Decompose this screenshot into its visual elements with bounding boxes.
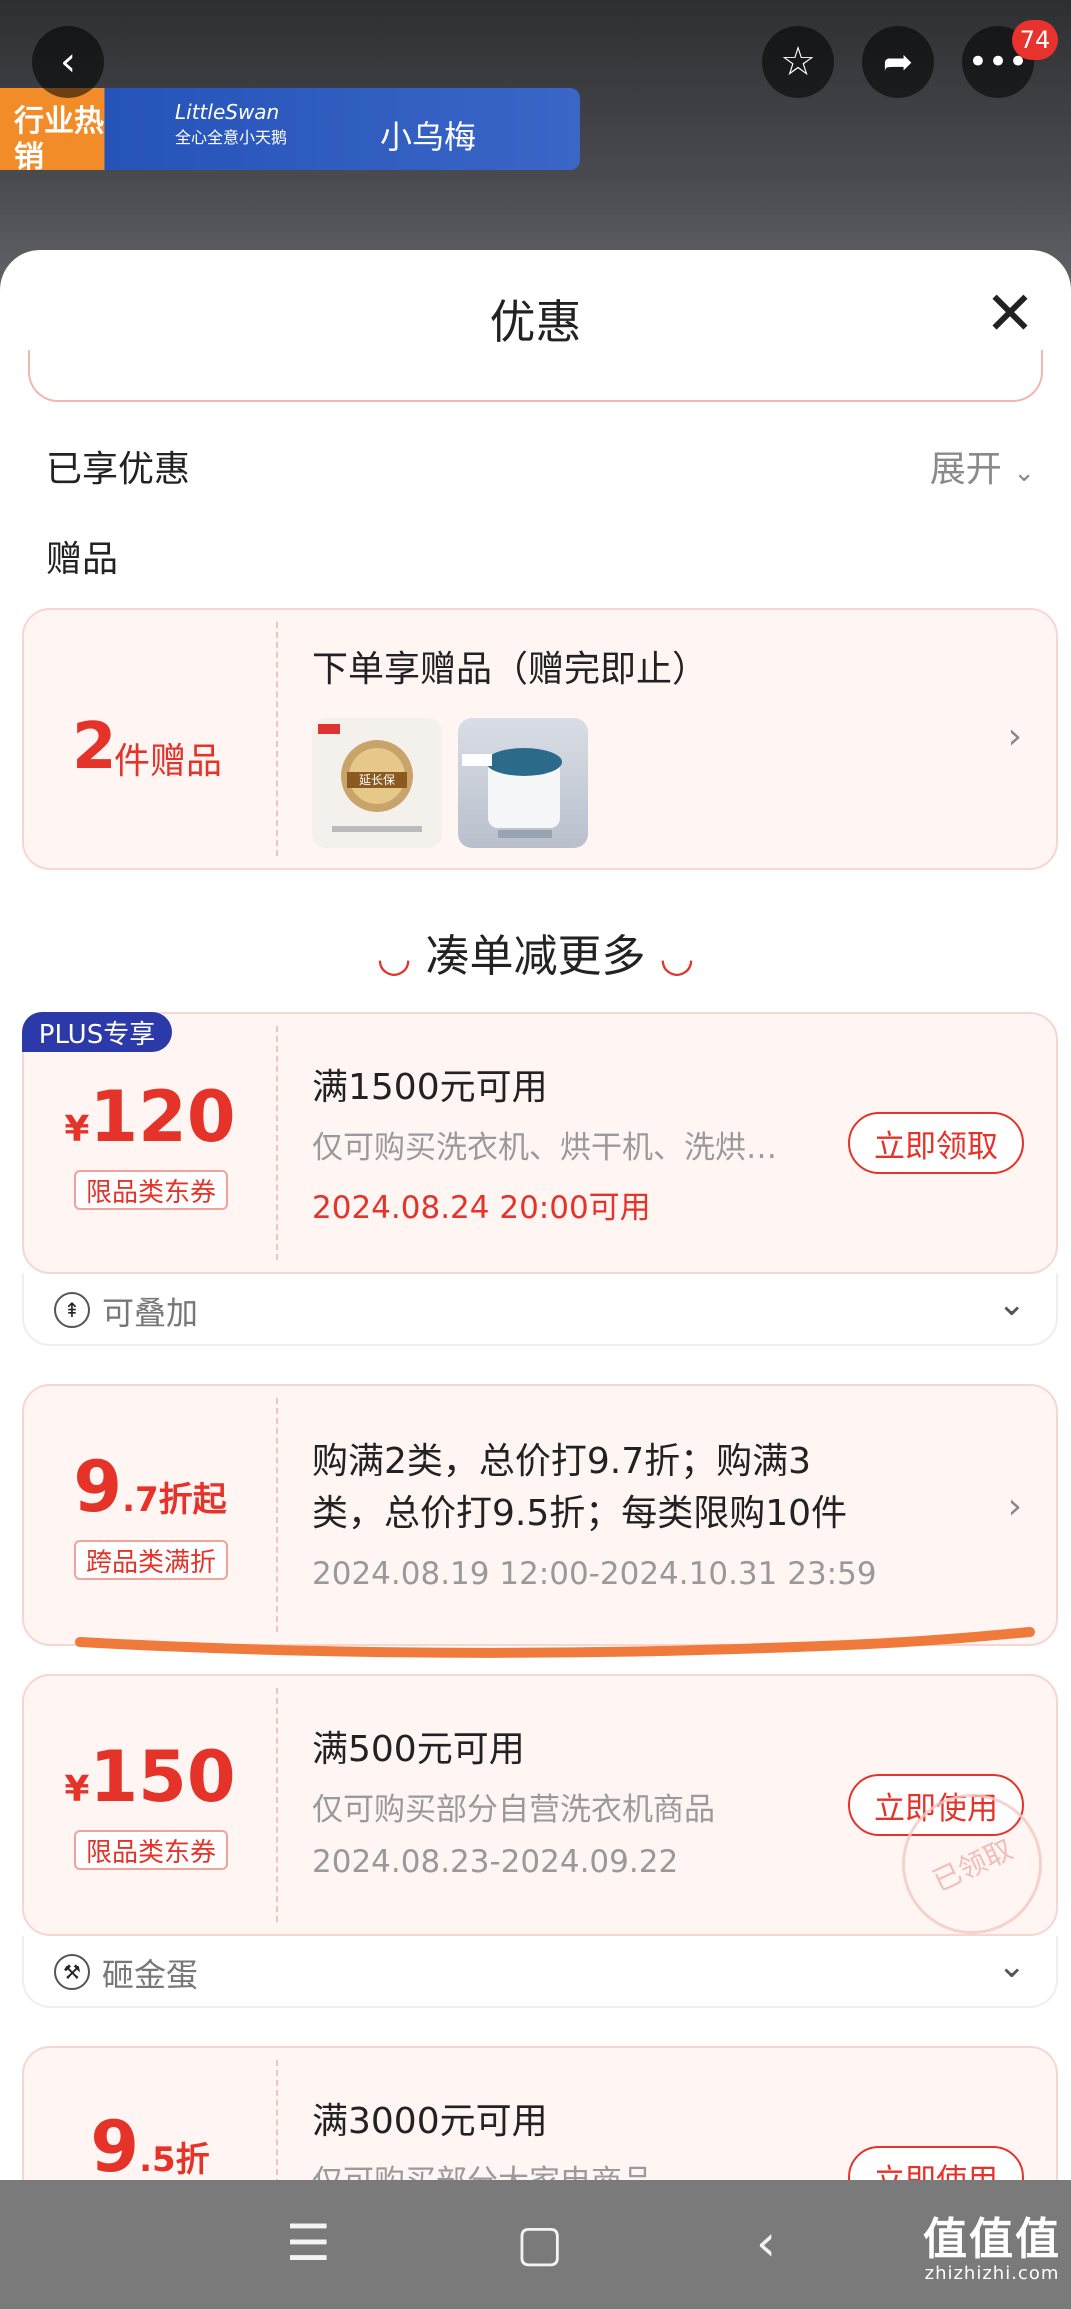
card-divider: [276, 1398, 278, 1632]
gift-title: 下单享赠品（赠完即止）: [312, 649, 709, 690]
coupon-card-150: ¥150 限品类东券 满500元可用 仅可购买部分自营洗衣机商品 2024.08…: [22, 1674, 1066, 1958]
discount-small: .7折起: [122, 1480, 227, 1520]
brand-logo-littleswan: LittleSwan 全心全意小天鹅: [175, 100, 287, 148]
coupon-desc: 仅可购买部分自营洗衣机商品: [312, 1792, 715, 1828]
chevron-down-icon: ⌄: [1013, 458, 1035, 488]
gift-unit: 件赠品: [114, 741, 223, 782]
brand1-sub: 全心全意小天鹅: [175, 128, 288, 147]
close-button[interactable]: ✕: [980, 284, 1040, 344]
footer-label: 砸金蛋: [102, 1956, 199, 1994]
use-button[interactable]: 立即使用: [848, 2146, 1024, 2180]
more-heading-text: 凑单减更多: [425, 931, 646, 982]
stack-icon: ⇞: [54, 1292, 90, 1328]
brand-logo-xiaowumei: 小乌梅: [380, 118, 477, 156]
coupon-title: 满1500元可用: [312, 1067, 548, 1108]
gift-image-warranty-text: 延长保: [359, 773, 395, 787]
coupon-date: 2024.08.24 20:00可用: [312, 1190, 651, 1226]
coupon-card-95: 9.5折 满3000元可用 仅可购买部分大家电商品 立即使用: [22, 2046, 1058, 2180]
chevron-left-icon: ‹: [60, 39, 76, 85]
coupon-date: 2024.08.23-2024.09.22: [312, 1844, 679, 1880]
chevron-down-icon: ⌄: [997, 1284, 1027, 1324]
coupon-title: 满500元可用: [312, 1729, 525, 1770]
coupon-desc: 仅可购买部分大家电商品: [312, 2156, 653, 2180]
coupon-title-line1: 购满2类，总价打9.7折；购满3: [312, 1441, 812, 1482]
card-divider: [276, 2060, 278, 2180]
coupon-title-line2: 类，总价打9.5折；每类限购10件: [312, 1493, 848, 1534]
discount-big: 9: [90, 2106, 140, 2180]
watermark-sub: zhizhizhi.com: [924, 2263, 1060, 2284]
coupon-amount: ¥120: [24, 1076, 276, 1158]
footer-label: 可叠加: [102, 1294, 199, 1332]
annotation-underline: [75, 1627, 1035, 1658]
system-nav-bar: ☰ ▢ ‹: [0, 2180, 1071, 2309]
expand-label: 展开: [929, 449, 1002, 490]
more-discounts-heading: ◡ 凑单减更多 ◡: [0, 920, 1071, 984]
sheet-title: 优惠: [489, 295, 582, 349]
card-divider: [276, 622, 278, 856]
coupon-footer-stackable[interactable]: ⇞ 可叠加 ⌄: [22, 1274, 1058, 1346]
card-divider: [276, 1026, 278, 1260]
coupon-card-cross-category[interactable]: 9.7折起 跨品类满折 购满2类，总价打9.7折；购满3 类，总价打9.5折；每…: [22, 1384, 1058, 1646]
gift-count: 2: [72, 710, 117, 784]
coupon-amount: ¥150: [24, 1736, 276, 1818]
back-button[interactable]: ‹: [32, 26, 104, 98]
discount-sheet: 优惠 ✕ 已享优惠 展开 ⌄ 赠品 2 件赠品 下单享赠品（赠完即止） 延长保: [0, 250, 1071, 2180]
coupon-tag: 限品类东券: [74, 1170, 228, 1210]
gift-image-washer: [458, 718, 588, 848]
gift-image-warranty: 延长保: [312, 718, 442, 848]
coupon-title: 满3000元可用: [312, 2101, 548, 2142]
card-divider: [276, 1688, 278, 1922]
enjoyed-discounts-label: 已享优惠: [46, 449, 191, 490]
discount-small: .5折: [139, 2140, 210, 2180]
brand1-name: LittleSwan: [175, 100, 280, 124]
coupon-tag: 跨品类满折: [74, 1540, 228, 1580]
discount-big: 9: [73, 1446, 123, 1528]
watermark-text: 值值值: [923, 2214, 1061, 2265]
share-button[interactable]: ➦: [862, 26, 934, 98]
coupon-date: 2024.08.19 12:00-2024.10.31 23:59: [312, 1556, 877, 1592]
home-icon[interactable]: ▢: [516, 2214, 563, 2272]
watermark: 值值值 zhizhizhi.com: [923, 2218, 1061, 2286]
smile-icon-left: ◡: [376, 935, 412, 981]
currency-symbol: ¥: [64, 1769, 90, 1810]
hot-badge: 行业热销: [14, 104, 104, 175]
coupon-value: 150: [89, 1736, 236, 1818]
coupon-value: 120: [89, 1076, 236, 1158]
coupon-tag: 限品类东券: [74, 1830, 228, 1870]
close-icon: ✕: [984, 279, 1036, 349]
hammer-icon: ⚒: [54, 1954, 90, 1990]
gift-card[interactable]: 2 件赠品 下单享赠品（赠完即止） 延长保 ›: [22, 608, 1058, 870]
coupon-amount: 9.7折起: [24, 1446, 276, 1528]
share-icon: ➦: [882, 41, 914, 83]
previous-card-edge: [28, 350, 1043, 402]
chevron-right-icon: ›: [1007, 716, 1022, 757]
plus-badge: PLUS专享: [22, 1012, 172, 1052]
chevron-right-icon: ›: [1007, 1486, 1022, 1527]
coupon-title: 购满2类，总价打9.7折；购满3 类，总价打9.5折；每类限购10件: [312, 1436, 847, 1540]
coupon-amount: 9.5折: [24, 2106, 276, 2180]
favorite-button[interactable]: ☆: [762, 26, 834, 98]
back-nav-icon[interactable]: ‹: [756, 2214, 776, 2272]
chevron-down-icon: ⌄: [997, 1946, 1027, 1986]
coupon-desc: 仅可购买洗衣机、烘干机、洗烘…: [312, 1130, 777, 1166]
gift-section-label: 赠品: [46, 539, 119, 580]
smile-icon-right: ◡: [659, 935, 695, 981]
claim-button[interactable]: 立即领取: [848, 1112, 1024, 1174]
coupon-card-120: ¥120 限品类东券 满1500元可用 仅可购买洗衣机、烘干机、洗烘… 2024…: [22, 1012, 1058, 1274]
coupon-footer-golden-egg[interactable]: ⚒ 砸金蛋 ⌄: [22, 1936, 1058, 2008]
currency-symbol: ¥: [64, 1109, 90, 1150]
menu-icon[interactable]: ☰: [286, 2214, 331, 2272]
star-icon: ☆: [780, 39, 816, 85]
notification-badge: 74: [1012, 20, 1058, 60]
expand-toggle[interactable]: 展开 ⌄: [930, 440, 1035, 492]
